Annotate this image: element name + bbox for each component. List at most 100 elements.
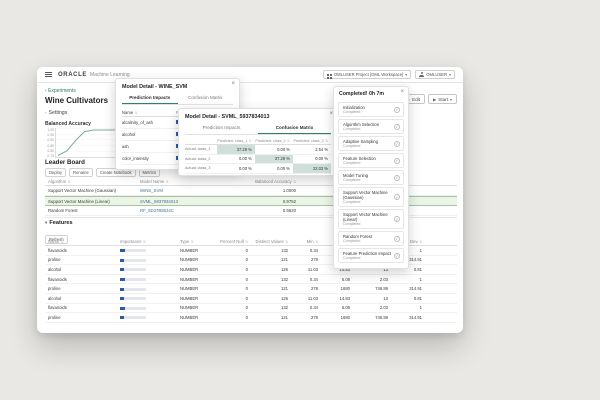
feature-row[interactable]: proline NUMBER 0 121 278 1680 746.89 314… xyxy=(45,313,457,323)
step-random-forest: Random ForestCompleted ✓ xyxy=(338,231,404,246)
feature-min: 11.03 xyxy=(288,296,318,301)
back-to-experiments-link[interactable]: ‹ Experiments xyxy=(45,88,76,94)
col-min[interactable]: Min xyxy=(288,239,318,244)
check-circle-icon: ✓ xyxy=(394,216,400,222)
check-circle-icon: ✓ xyxy=(394,175,400,181)
feature-row[interactable]: flavanoids NUMBER 0 132 0.34 5.08 2.03 1 xyxy=(45,275,457,285)
confusion-matrix-table: Predicted: class_1 Predicted: class_2 Pr… xyxy=(185,137,331,174)
feature-mean: 746.89 xyxy=(350,286,388,291)
importance-track xyxy=(120,278,146,281)
modal-tabs: Prediction Impacts Confusion Matrix xyxy=(122,93,233,105)
deploy-button[interactable]: Deploy xyxy=(45,168,66,177)
feature-type: NUMBER xyxy=(180,305,220,310)
feature-name: proline xyxy=(48,257,120,262)
col-name[interactable]: Name xyxy=(122,110,176,115)
importance-bar xyxy=(120,296,180,301)
model-detail-modal-svml: Model Detail - SVML_5937834013 × Predict… xyxy=(178,108,338,176)
feature-name: flavanoids xyxy=(48,305,120,310)
feature-percent-null: 0 xyxy=(220,257,248,262)
impact-feature-name: alcohol xyxy=(122,132,176,137)
edit-button-label: Edit xyxy=(412,97,420,102)
start-button[interactable]: ▶ Start ▾ xyxy=(428,94,457,104)
step-algorithm-selection: Algorithm SelectionCompleted ✓ xyxy=(338,119,404,134)
impact-feature-name: alcalinity_of_ash xyxy=(122,120,176,125)
settings-toggle[interactable]: ›Settings xyxy=(45,110,67,116)
feature-type: NUMBER xyxy=(180,267,220,272)
tab-confusion-matrix[interactable]: Confusion Matrix xyxy=(258,123,331,134)
col-algorithm[interactable]: Algorithm xyxy=(48,179,140,184)
accuracy-sparkline xyxy=(55,128,121,158)
importance-track xyxy=(120,297,146,300)
check-circle-icon: ✓ xyxy=(394,236,400,242)
feature-std: 0.81 xyxy=(388,296,422,301)
importance-bar xyxy=(120,286,180,291)
step-status: Completed xyxy=(343,161,392,165)
col-predicted-class-1[interactable]: Predicted: class_1 xyxy=(217,137,255,144)
y-tick: 0.95 xyxy=(45,133,54,137)
model-name-link[interactable]: WINE_SVM xyxy=(140,188,226,193)
tab-confusion-matrix[interactable]: Confusion Matrix xyxy=(178,93,234,104)
feature-distinct: 126 xyxy=(248,267,288,272)
importance-fill xyxy=(120,249,125,252)
y-tick: 1.00 xyxy=(45,128,54,132)
feature-min: 278 xyxy=(288,315,318,320)
feature-mean: 746.89 xyxy=(350,315,388,320)
importance-bar xyxy=(120,305,180,310)
importance-fill xyxy=(120,297,124,300)
feature-row[interactable]: alcohol NUMBER 0 126 11.03 14.83 13 0.81 xyxy=(45,294,457,304)
y-tick: 0.80 xyxy=(45,149,54,153)
col-importance[interactable]: Importance xyxy=(120,239,180,244)
confusion-cell: 37.29 % xyxy=(217,145,255,154)
play-icon: ▶ xyxy=(433,97,436,102)
rename-button[interactable]: Rename xyxy=(69,168,93,177)
feature-mean: 2.03 xyxy=(350,305,388,310)
feature-max: 5.08 xyxy=(318,277,350,282)
y-tick: 0.90 xyxy=(45,138,54,142)
close-icon[interactable]: × xyxy=(400,89,404,95)
model-name-link[interactable]: RF_5D37B8634C xyxy=(140,208,226,213)
confusion-cell: 0.00 % xyxy=(217,155,255,164)
importance-track xyxy=(120,288,146,291)
features-section-toggle[interactable]: ▾Features xyxy=(45,220,73,226)
feature-type: NUMBER xyxy=(180,296,220,301)
algorithm-cell: Support Vector Machine (Gaussian) xyxy=(48,188,140,193)
feature-percent-null: 0 xyxy=(220,296,248,301)
col-predicted-class-2[interactable]: Predicted: class_2 xyxy=(255,137,293,144)
algorithm-cell: Random Forest xyxy=(48,208,140,213)
col-type[interactable]: Type xyxy=(180,239,220,244)
col-predicted-class-3[interactable]: Predicted: class_3 xyxy=(293,137,331,144)
feature-distinct: 132 xyxy=(248,305,288,310)
importance-fill xyxy=(120,268,124,271)
col-distinct-values[interactable]: Distinct Values xyxy=(248,239,288,244)
col-name[interactable]: Name xyxy=(48,239,120,244)
feature-name: proline xyxy=(48,315,120,320)
tab-prediction-impacts[interactable]: Prediction Impacts xyxy=(122,93,178,104)
chevron-down-icon: ▾ xyxy=(405,72,407,77)
close-icon[interactable]: × xyxy=(231,81,235,87)
feature-max: 1680 xyxy=(318,315,350,320)
modal-title: Model Detail - SVML_5937834013 xyxy=(179,109,337,123)
balanced-accuracy-cell: 0.9752 xyxy=(226,199,296,204)
feature-type: NUMBER xyxy=(180,286,220,291)
col-balanced-accuracy[interactable]: Balanced Accuracy xyxy=(226,179,296,184)
tab-prediction-impacts[interactable]: Prediction Impacts xyxy=(185,123,258,134)
step-name: Support Vector Machine (Gaussian) xyxy=(343,190,392,200)
feature-distinct: 121 xyxy=(248,286,288,291)
feature-name: proline xyxy=(48,286,120,291)
importance-track xyxy=(120,249,146,252)
col-percent-null[interactable]: Percent Null xyxy=(220,239,248,244)
feature-max: 5.08 xyxy=(318,305,350,310)
importance-track xyxy=(120,307,146,310)
feature-row[interactable]: proline NUMBER 0 121 278 1680 746.89 314… xyxy=(45,284,457,294)
model-name-link[interactable]: SVML_5937834013 xyxy=(140,199,226,204)
page-title: Wine Cultivators xyxy=(45,96,108,105)
project-selector[interactable]: OMLUSER Project [OML Workspace] ▾ xyxy=(323,70,411,79)
user-menu[interactable]: OMLUSER ▾ xyxy=(415,70,455,79)
hamburger-menu-icon[interactable] xyxy=(45,72,52,73)
step-initialization: InitializationCompleted ✓ xyxy=(338,102,404,117)
feature-distinct: 121 xyxy=(248,257,288,262)
feature-distinct: 132 xyxy=(248,277,288,282)
feature-row[interactable]: flavanoids NUMBER 0 132 0.34 5.08 2.03 1 xyxy=(45,304,457,314)
chart-title: Balanced Accuracy xyxy=(45,121,91,127)
col-model-name[interactable]: Model Name xyxy=(140,179,226,184)
